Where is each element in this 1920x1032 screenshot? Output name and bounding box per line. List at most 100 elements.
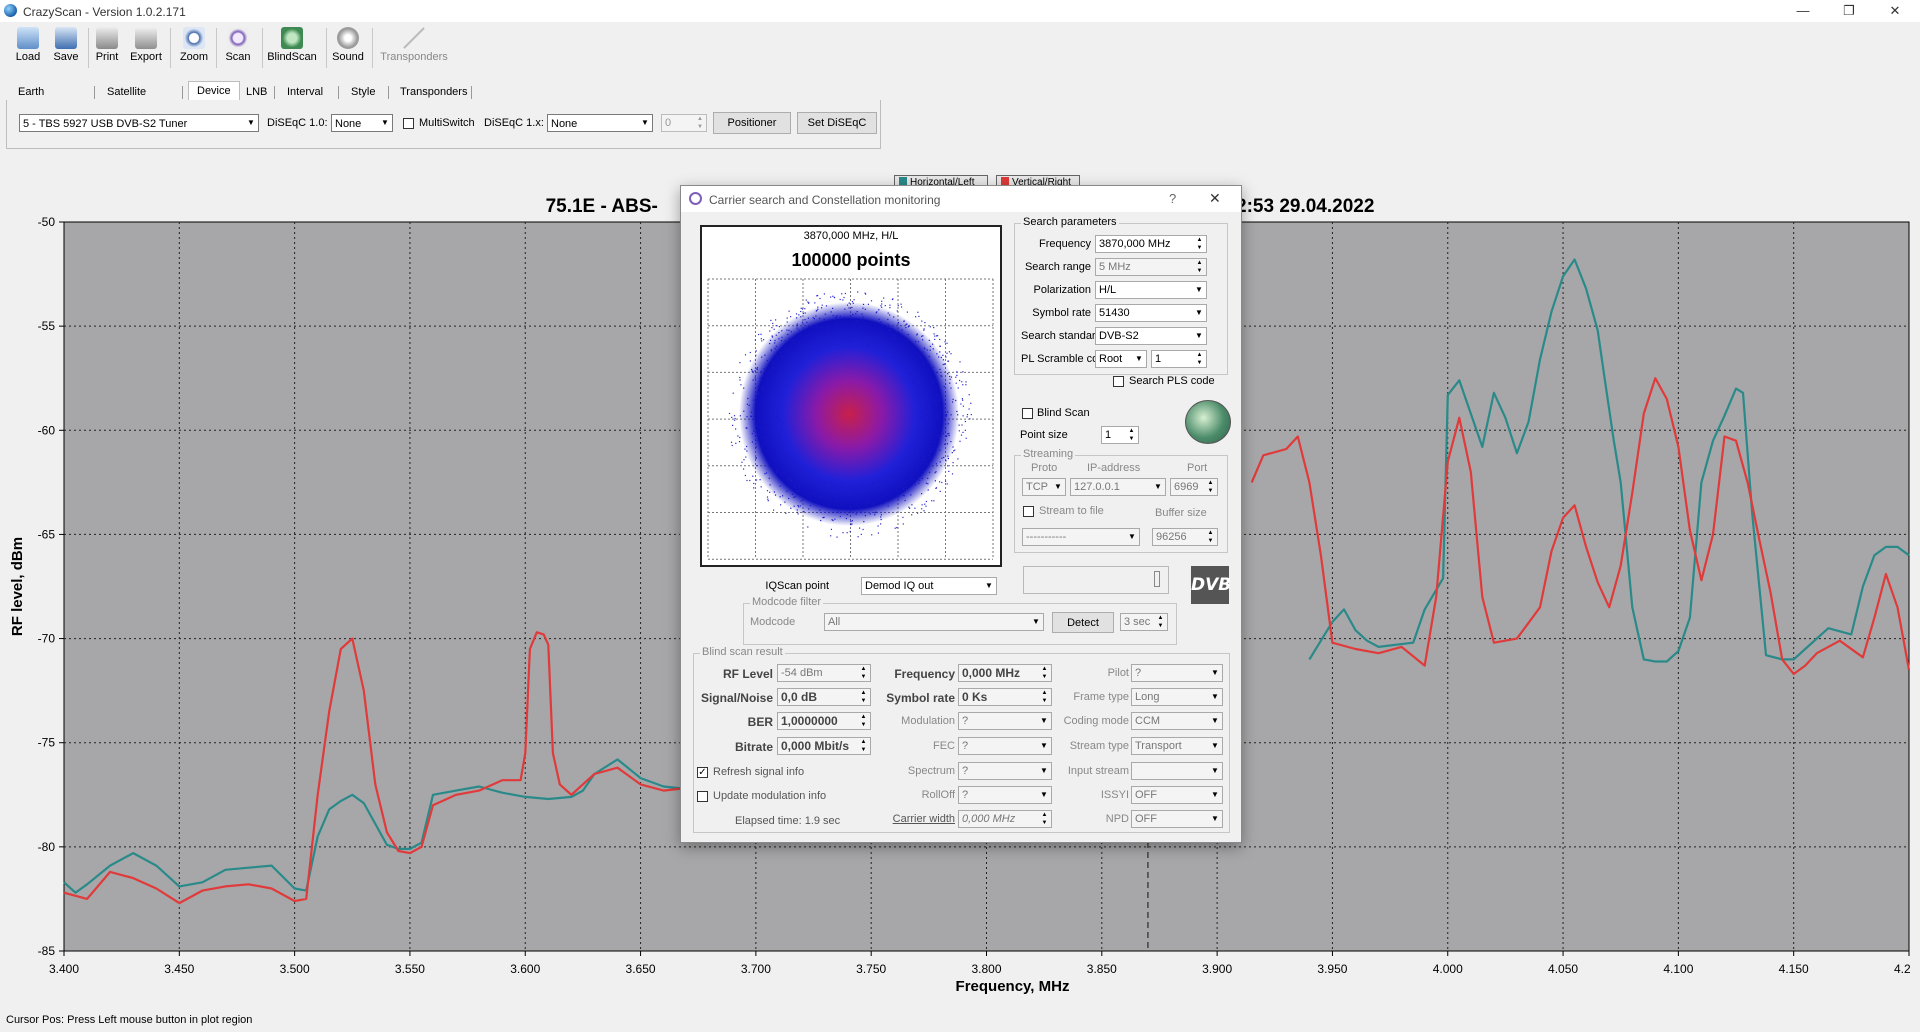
polarization-select[interactable]: H/L ▼: [1095, 281, 1207, 299]
constellation-point: [780, 340, 783, 342]
ber-field[interactable]: 1,0000000 ▲ ▼: [777, 712, 871, 730]
rf-level-field[interactable]: -54 dBm ▲ ▼: [777, 664, 871, 682]
positioner-button[interactable]: Positioner: [713, 112, 791, 134]
stream-type-select[interactable]: Transport ▼: [1131, 737, 1223, 755]
tab-earth-position[interactable]: Earth position: [16, 83, 58, 116]
frequency-stepper[interactable]: 3870,000 MHz ▲ ▼: [1095, 235, 1207, 253]
result-frequency-field[interactable]: 0,000 MHz ▲ ▼: [958, 664, 1052, 682]
ip-address-select[interactable]: 127.0.0.1 ▼: [1070, 478, 1166, 496]
minimize-button[interactable]: —: [1780, 0, 1826, 22]
coding-mode-select[interactable]: CCM ▼: [1131, 712, 1223, 730]
constellation-point: [925, 505, 927, 507]
help-button[interactable]: ?: [1169, 191, 1176, 206]
constellation-point: [751, 433, 753, 435]
blind-scan-checkbox[interactable]: [1022, 408, 1033, 419]
refresh-signal-checkbox[interactable]: ✓: [697, 767, 708, 778]
detect-time-stepper[interactable]: 3 sec ▲ ▼: [1120, 613, 1168, 631]
tab-lnb[interactable]: LNB: [244, 83, 269, 101]
modulation-select[interactable]: ? ▼: [958, 712, 1052, 730]
issyi-select[interactable]: OFF ▼: [1131, 786, 1223, 804]
constellation-point: [828, 492, 831, 494]
update-modulation-checkbox[interactable]: [697, 791, 708, 802]
constellation-point: [921, 335, 923, 337]
sound-button[interactable]: Sound: [328, 24, 368, 70]
constellation-point: [872, 482, 875, 484]
export-button[interactable]: Export: [126, 24, 166, 70]
constellation-point: [884, 492, 887, 494]
constellation-point: [796, 489, 798, 492]
blindscan-button[interactable]: BlindScan: [264, 24, 320, 70]
close-window-button[interactable]: ✕: [1872, 0, 1918, 22]
result-symbol-rate-field[interactable]: 0 Ks ▲ ▼: [958, 688, 1052, 706]
carrier-search-dialog[interactable]: Carrier search and Constellation monitor…: [680, 185, 1242, 843]
tab-transponders[interactable]: Transponders: [398, 83, 469, 101]
tab-satellite-info[interactable]: Satellite info: [105, 83, 148, 116]
diseqc1x-select[interactable]: None ▼: [547, 114, 653, 132]
point-size-stepper[interactable]: 1 ▲ ▼: [1101, 426, 1139, 444]
save-button[interactable]: Save: [48, 24, 84, 70]
load-button[interactable]: Load: [10, 24, 46, 70]
frame-type-select[interactable]: Long ▼: [1131, 688, 1223, 706]
constellation-point: [948, 432, 950, 435]
constellation-point: [787, 369, 789, 372]
buffer-size-stepper[interactable]: 96256 ▲ ▼: [1152, 528, 1218, 546]
constellation-point: [781, 356, 783, 358]
search-standard-select[interactable]: DVB-S2 ▼: [1095, 327, 1207, 345]
tab-divider: [182, 86, 183, 99]
tab-device[interactable]: Device: [188, 81, 240, 102]
constellation-point: [926, 463, 928, 465]
constellation-point: [939, 351, 941, 353]
constellation-point: [825, 343, 827, 345]
constellation-point: [950, 387, 952, 389]
proto-select[interactable]: TCP ▼: [1022, 478, 1066, 496]
carrier-width-link[interactable]: Carrier width: [871, 813, 955, 825]
stream-file-select[interactable]: ----------- ▼: [1022, 528, 1140, 546]
constellation-point: [924, 432, 926, 434]
port-stepper[interactable]: 6969 ▲ ▼: [1170, 478, 1218, 496]
modcode-select[interactable]: All ▼: [824, 613, 1044, 631]
diseqc10-select[interactable]: None ▼: [331, 114, 393, 132]
iqscan-select[interactable]: Demod IQ out ▼: [861, 577, 997, 595]
pls-code-stepper[interactable]: 1 ▲ ▼: [1151, 350, 1207, 368]
pilot-select[interactable]: ? ▼: [1131, 664, 1223, 682]
print-button[interactable]: Print: [90, 24, 124, 70]
zoom-button[interactable]: Zoom: [176, 24, 212, 70]
constellation-point: [923, 470, 925, 473]
rolloff-select[interactable]: ? ▼: [958, 786, 1052, 804]
chevron-down-icon: ▼: [1054, 482, 1062, 491]
tab-interval[interactable]: Interval: [285, 83, 325, 101]
constellation-point: [907, 363, 909, 365]
modcode-label: Modcode: [750, 616, 796, 628]
constellation-point: [946, 443, 948, 445]
constellation-point: [775, 459, 777, 461]
constellation-point: [897, 322, 899, 324]
fec-select[interactable]: ? ▼: [958, 737, 1052, 755]
search-pls-checkbox[interactable]: [1113, 376, 1124, 387]
constellation-point: [962, 415, 964, 417]
signal-noise-field[interactable]: 0,0 dB ▲ ▼: [777, 688, 871, 706]
input-stream-label: Input stream: [1067, 765, 1129, 777]
carrier-width-field[interactable]: 0,000 MHz ▲ ▼: [958, 810, 1052, 828]
symbol-rate-select[interactable]: 51430 ▼: [1095, 304, 1207, 322]
npd-select[interactable]: OFF ▼: [1131, 810, 1223, 828]
input-stream-select[interactable]: ▼: [1131, 762, 1223, 780]
scan-button[interactable]: Scan: [220, 24, 256, 70]
close-dialog-button[interactable]: ✕: [1209, 190, 1221, 207]
detect-button[interactable]: Detect: [1052, 612, 1114, 633]
constellation-point: [808, 302, 810, 304]
tab-style[interactable]: Style: [349, 83, 377, 101]
set-diseqc-button[interactable]: Set DiSEqC: [797, 112, 877, 134]
stream-to-file-checkbox[interactable]: [1023, 506, 1034, 517]
transponders-button[interactable]: Transponders: [378, 24, 450, 70]
maximize-button[interactable]: ❐: [1826, 0, 1872, 22]
constellation-point: [800, 307, 802, 309]
multiswitch-checkbox[interactable]: [403, 118, 414, 129]
spectrum-select[interactable]: ? ▼: [958, 762, 1052, 780]
diseqc1x-port-stepper[interactable]: 0 ▲ ▼: [661, 114, 707, 132]
search-range-stepper[interactable]: 5 MHz ▲ ▼: [1095, 258, 1207, 276]
constellation-point: [743, 459, 745, 461]
pls-mode-select[interactable]: Root ▼: [1095, 350, 1147, 368]
bitrate-field[interactable]: 0,000 Mbit/s ▲ ▼: [777, 737, 871, 755]
dialog-title-bar[interactable]: Carrier search and Constellation monitor…: [681, 186, 1241, 212]
tuner-select[interactable]: 5 - TBS 5927 USB DVB-S2 Tuner ▼: [19, 114, 259, 132]
